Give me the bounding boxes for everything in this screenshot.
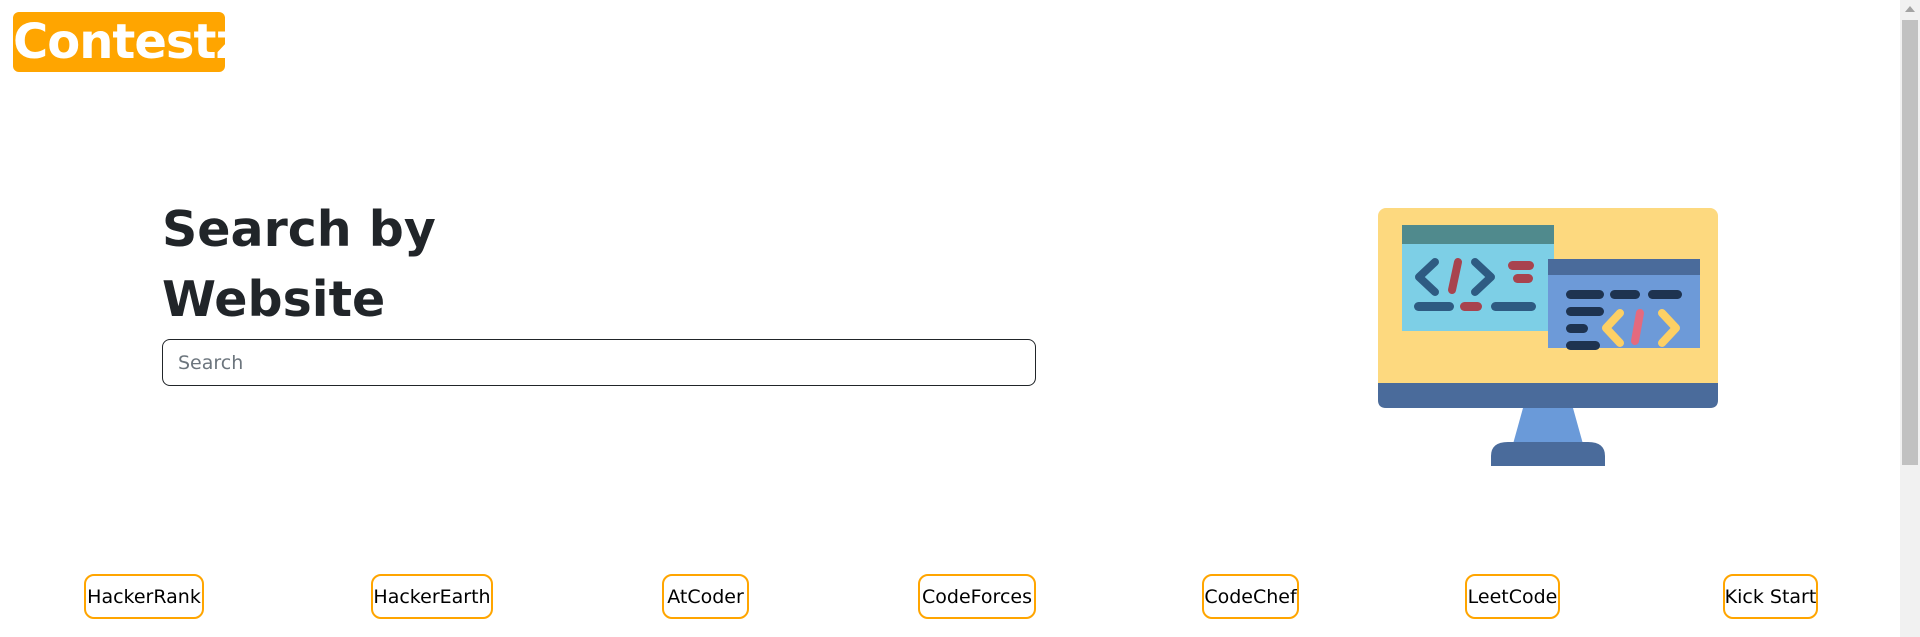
website-button-hackerrank[interactable]: HackerRank [84, 574, 204, 619]
website-button-codeforces[interactable]: CodeForces [918, 574, 1036, 619]
website-button-leetcode[interactable]: LeetCode [1465, 574, 1560, 619]
website-button-hackerearth[interactable]: HackerEarth [371, 574, 493, 619]
page: Contestz Search by Website HackerRank Ha… [0, 0, 1900, 637]
website-button-codechef[interactable]: CodeChef [1202, 574, 1299, 619]
page-title: Search by Website [162, 201, 436, 328]
scrollbar-thumb[interactable] [1902, 20, 1918, 465]
brand-logo[interactable]: Contestz [13, 12, 243, 72]
scroll-up-arrow-icon[interactable] [1905, 6, 1915, 12]
monitor-code-icon [1378, 208, 1718, 466]
website-button-atcoder[interactable]: AtCoder [662, 574, 749, 619]
search-input[interactable] [162, 339, 1036, 386]
vertical-scrollbar[interactable] [1900, 0, 1920, 637]
website-button-kick-start[interactable]: Kick Start [1723, 574, 1818, 619]
